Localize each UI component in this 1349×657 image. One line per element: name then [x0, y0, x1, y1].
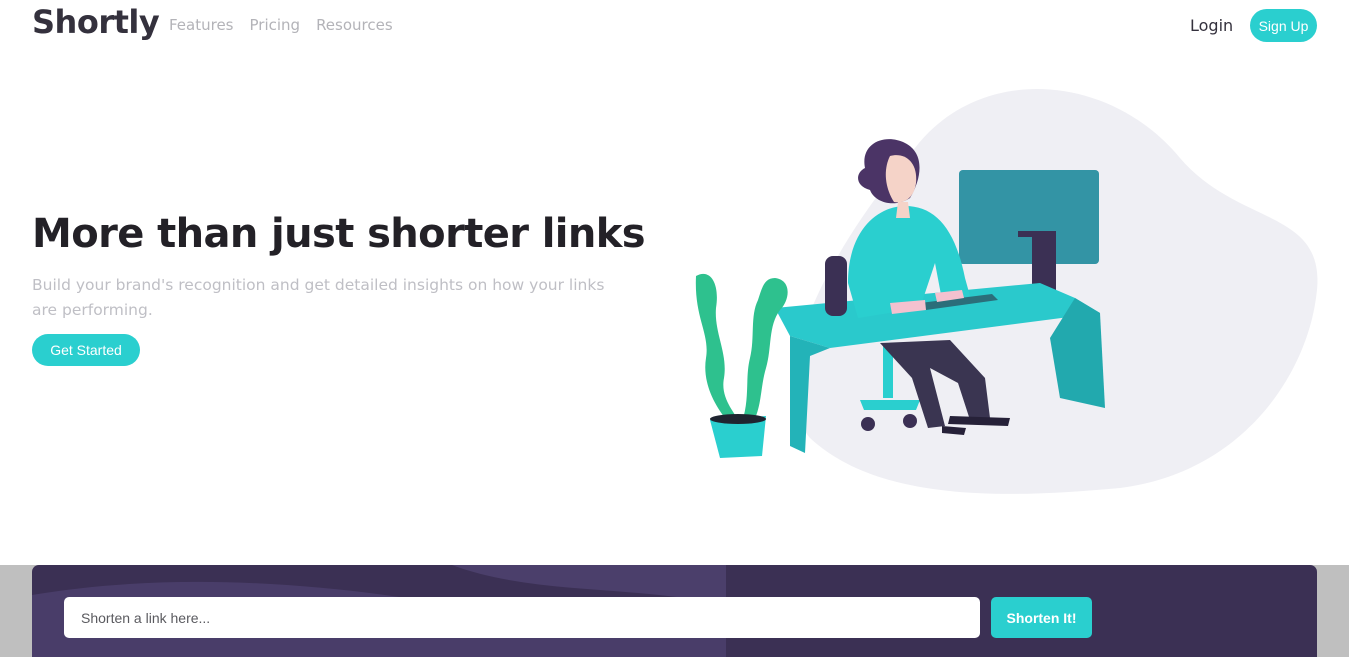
nav-links: Features Pricing Resources — [169, 16, 393, 34]
chair-back — [825, 256, 847, 316]
shorten-form: Shorten It! — [32, 565, 1317, 657]
chair-base — [860, 400, 920, 410]
login-link[interactable]: Login — [1190, 16, 1233, 35]
landing-page: Shortly Features Pricing Resources Login… — [0, 0, 1349, 657]
shorten-button[interactable]: Shorten It! — [991, 597, 1092, 638]
plant-leaf-left — [695, 273, 740, 426]
person-working-illustration — [695, 89, 1318, 494]
hero-subtitle: Build your brand's recognition and get d… — [32, 276, 605, 319]
get-started-button[interactable]: Get Started — [32, 334, 140, 366]
signup-button[interactable]: Sign Up — [1250, 9, 1317, 42]
nav-link-resources[interactable]: Resources — [316, 16, 393, 34]
logo[interactable]: Shortly — [32, 3, 160, 41]
nav-link-pricing[interactable]: Pricing — [250, 16, 301, 34]
plant-leaf-right — [742, 278, 788, 424]
nav-link-features[interactable]: Features — [169, 16, 234, 34]
link-input[interactable] — [64, 597, 980, 638]
hero-title: More than just shorter links — [32, 211, 646, 257]
top-navigation: Shortly Features Pricing Resources Login… — [0, 0, 1349, 52]
